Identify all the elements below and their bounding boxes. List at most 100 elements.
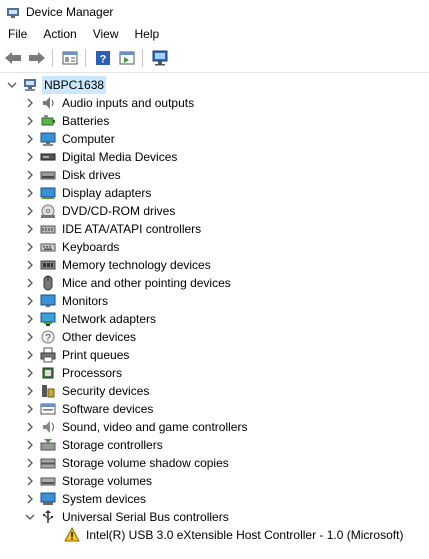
- tree-category[interactable]: Storage volume shadow copies: [24, 454, 231, 472]
- chevron-right-icon: [27, 224, 33, 234]
- menu-view[interactable]: View: [85, 24, 127, 44]
- tree-category[interactable]: IDE ATA/ATAPI controllers: [24, 220, 203, 238]
- category-expander[interactable]: [24, 256, 36, 274]
- chevron-right-icon: [27, 134, 33, 144]
- category-expander[interactable]: [24, 94, 36, 112]
- ide-controller-icon: [40, 221, 56, 237]
- chevron-down-icon: [25, 514, 35, 520]
- tree-category[interactable]: Storage controllers: [24, 436, 165, 454]
- tree-category[interactable]: Software devices: [24, 400, 155, 418]
- category-expander[interactable]: [24, 112, 36, 130]
- category-expander[interactable]: [24, 292, 36, 310]
- menu-file[interactable]: File: [0, 24, 35, 44]
- tree-category[interactable]: Display adapters: [24, 184, 153, 202]
- tree-item-label: Intel(R) USB 3.0 eXtensible Host Control…: [86, 528, 404, 542]
- title-bar: Device Manager: [0, 0, 429, 24]
- tree-category[interactable]: Network adapters: [24, 310, 158, 328]
- sound-controller-icon: [40, 419, 56, 435]
- tree-item-label: Display adapters: [62, 186, 152, 200]
- tree-device[interactable]: Intel(R) USB 3.0 eXtensible Host Control…: [48, 526, 405, 544]
- properties-button[interactable]: [59, 47, 81, 69]
- tree-category[interactable]: Keyboards: [24, 238, 121, 256]
- category-expander[interactable]: [24, 472, 36, 490]
- category-expander[interactable]: [24, 400, 36, 418]
- back-button[interactable]: [2, 47, 24, 69]
- category-expander[interactable]: [24, 454, 36, 472]
- shadow-copy-icon: [40, 455, 56, 471]
- tree-category[interactable]: DVD/CD-ROM drives: [24, 202, 177, 220]
- chevron-right-icon: [27, 296, 33, 306]
- warning-icon: [64, 527, 80, 543]
- network-adapter-icon: [40, 311, 56, 327]
- tree-category[interactable]: Security devices: [24, 382, 151, 400]
- chevron-right-icon: [27, 170, 33, 180]
- tree-category[interactable]: Digital Media Devices: [24, 148, 179, 166]
- tree-root[interactable]: NBPC1638: [6, 76, 107, 94]
- toolbar-separator: [85, 49, 86, 67]
- menu-action[interactable]: Action: [35, 24, 84, 44]
- menu-help[interactable]: Help: [127, 24, 168, 44]
- tree-item-label: Other devices: [62, 330, 137, 344]
- tree-category[interactable]: System devices: [24, 490, 148, 508]
- category-expander[interactable]: [24, 220, 36, 238]
- category-expander[interactable]: [24, 382, 36, 400]
- tree-category[interactable]: Mice and other pointing devices: [24, 274, 233, 292]
- tree-item-label: Software devices: [62, 402, 154, 416]
- tree-category[interactable]: ? Other devices: [24, 328, 138, 346]
- tree-category[interactable]: Monitors: [24, 292, 110, 310]
- printer-icon: [40, 347, 56, 363]
- toolbar: ?: [0, 44, 429, 73]
- tree-category[interactable]: Computer: [24, 130, 117, 148]
- tree-category[interactable]: Disk drives: [24, 166, 123, 184]
- tree-category[interactable]: Memory technology devices: [24, 256, 213, 274]
- tree-item-label: Network adapters: [62, 312, 157, 326]
- tree-item-label: Security devices: [62, 384, 150, 398]
- category-expander[interactable]: [24, 274, 36, 292]
- chevron-right-icon: [27, 152, 33, 162]
- tree-category[interactable]: Print queues: [24, 346, 131, 364]
- category-expander[interactable]: [24, 508, 36, 526]
- chevron-down-icon: [7, 82, 17, 88]
- category-expander[interactable]: [24, 364, 36, 382]
- category-expander[interactable]: [24, 418, 36, 436]
- tree-item-label: Storage volumes: [62, 474, 153, 488]
- category-expander[interactable]: [24, 436, 36, 454]
- category-expander[interactable]: [24, 310, 36, 328]
- category-expander[interactable]: [24, 148, 36, 166]
- category-expander[interactable]: [24, 184, 36, 202]
- category-expander[interactable]: [24, 490, 36, 508]
- chevron-right-icon: [27, 386, 33, 396]
- action-pane-button[interactable]: [116, 47, 138, 69]
- tree-category[interactable]: Storage volumes: [24, 472, 154, 490]
- chevron-right-icon: [27, 332, 33, 342]
- category-expander[interactable]: [24, 346, 36, 364]
- tree-item-label: Storage volume shadow copies: [62, 456, 229, 470]
- category-expander[interactable]: [24, 202, 36, 220]
- root-expander[interactable]: [6, 76, 18, 94]
- forward-button[interactable]: [26, 47, 48, 69]
- category-expander[interactable]: [24, 328, 36, 346]
- tree-category[interactable]: Audio inputs and outputs: [24, 94, 196, 112]
- tree-item-label: Print queues: [62, 348, 130, 362]
- tree-item-label: System devices: [62, 492, 147, 506]
- category-expander[interactable]: [24, 166, 36, 184]
- tree-item-label: Storage controllers: [62, 438, 163, 452]
- tree-item-label: IDE ATA/ATAPI controllers: [62, 222, 202, 236]
- tree-item-label: Disk drives: [62, 168, 121, 182]
- tree-category[interactable]: Processors: [24, 364, 124, 382]
- chevron-right-icon: [27, 188, 33, 198]
- tree-category[interactable]: Universal Serial Bus controllers: [24, 508, 231, 526]
- tree-item-label: Digital Media Devices: [62, 150, 178, 164]
- category-expander[interactable]: [24, 238, 36, 256]
- chevron-right-icon: [27, 440, 33, 450]
- chevron-right-icon: [27, 476, 33, 486]
- mouse-icon: [40, 275, 56, 291]
- svg-text:?: ?: [45, 333, 51, 344]
- keyboard-icon: [40, 239, 56, 255]
- tree-category[interactable]: Sound, video and game controllers: [24, 418, 249, 436]
- tree-category[interactable]: Batteries: [24, 112, 111, 130]
- scan-hardware-button[interactable]: [149, 47, 171, 69]
- category-expander[interactable]: [24, 130, 36, 148]
- help-button[interactable]: ?: [92, 47, 114, 69]
- action-pane-icon: [119, 51, 135, 65]
